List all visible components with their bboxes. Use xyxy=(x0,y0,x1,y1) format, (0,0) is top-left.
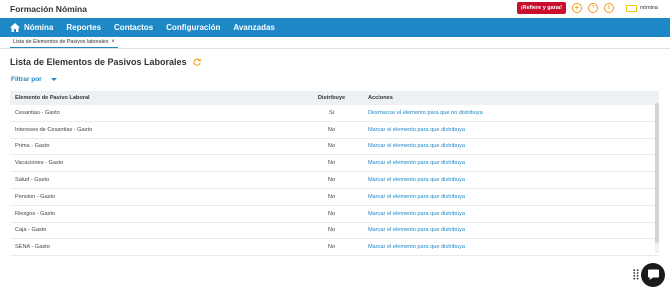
action-link[interactable]: Marcar el elemento para que distribuya xyxy=(363,127,659,133)
refresh-icon[interactable] xyxy=(193,58,201,66)
table-row: Prima - Gasto No Marcar el elemento para… xyxy=(10,139,659,156)
action-link[interactable]: Marcar el elemento para que distribuya xyxy=(363,244,659,250)
table-scrollbar[interactable] xyxy=(655,103,659,253)
action-link[interactable]: Marcar el elemento para que distribuya xyxy=(363,194,659,200)
scrollbar-thumb[interactable] xyxy=(655,103,659,243)
nav-item-reportes[interactable]: Reportes xyxy=(66,23,101,32)
page-header: Lista de Elementos de Pasivos Laborales xyxy=(0,56,670,68)
user-name: nómina xyxy=(639,5,658,11)
caret-down-icon xyxy=(50,77,57,81)
table-row: SENA - Gasto No Marcar el elemento para … xyxy=(10,239,659,257)
home-icon xyxy=(10,23,20,32)
tab-pasivos-laborales[interactable]: Lista de Elementos de Pasivos laborales … xyxy=(10,38,118,48)
cell-distribuye: No xyxy=(327,160,336,167)
cell-distribuye: No xyxy=(327,193,336,200)
header-acciones: Acciones xyxy=(368,95,393,101)
header-element: Elemento de Pasivo Laboral xyxy=(15,95,90,101)
cell-distribuye: Si xyxy=(329,109,334,116)
add-icon[interactable]: + xyxy=(571,3,582,13)
header-distribuye: Distribuye xyxy=(317,95,346,101)
app-title: Formación Nómina xyxy=(10,4,87,14)
table-row: Caja - Gasto No Marcar el elemento para … xyxy=(10,223,659,240)
chat-button[interactable] xyxy=(641,263,665,287)
action-link[interactable]: Marcar el elemento para que distribuya xyxy=(363,177,659,183)
nav-item-contactos[interactable]: Contactos xyxy=(114,23,153,32)
help-icon[interactable]: ? xyxy=(587,3,598,13)
action-link[interactable]: Marcar el elemento para que distribuya xyxy=(363,143,659,149)
nav-item-avanzadas[interactable]: Avanzadas xyxy=(233,23,275,32)
cell-element: Salud - Gasto xyxy=(15,177,50,184)
main-nav: Nómina Reportes Contactos Configuración … xyxy=(0,18,670,37)
action-link[interactable]: Marcar el elemento para que distribuya xyxy=(363,160,659,166)
cell-element: Pension - Gasto xyxy=(15,193,56,200)
cell-distribuye: No xyxy=(327,227,336,234)
cell-element: Cesantias - Gasto xyxy=(15,109,60,116)
tab-label: Lista de Elementos de Pasivos laborales xyxy=(13,39,109,45)
liabilities-table: Elemento de Pasivo Laboral Distribuye Ac… xyxy=(10,91,659,257)
table-row: Riesgos - Gasto No Marcar el elemento pa… xyxy=(10,206,659,223)
nav-label-nomina: Nómina xyxy=(24,23,54,32)
notifications-badge[interactable]: 6 xyxy=(603,3,614,13)
table-row: Intereses de Cesantias - Gasto No Marcar… xyxy=(10,122,659,139)
top-right-actions: ¡Refiere y gana! + ? 6 nómina xyxy=(516,2,658,14)
nav-item-nomina[interactable]: Nómina xyxy=(10,23,53,32)
cell-element: Prima - Gasto xyxy=(15,143,50,150)
cell-element: Intereses de Cesantias - Gasto xyxy=(15,126,93,133)
chat-icon xyxy=(647,269,659,280)
table-row: Pension - Gasto No Marcar el elemento pa… xyxy=(10,189,659,206)
filter-dropdown[interactable]: Filtrar por xyxy=(0,74,670,84)
close-icon[interactable]: × xyxy=(111,39,115,45)
user-menu[interactable]: nómina xyxy=(625,4,658,12)
cell-distribuye: No xyxy=(327,126,336,133)
table-row: Cesantias - Gasto Si Desmarcar el elemen… xyxy=(10,105,659,122)
action-link[interactable]: Desmarcar el elemento para que no distri… xyxy=(363,110,659,116)
cell-element: Riesgos - Gasto xyxy=(15,210,56,217)
cell-distribuye: No xyxy=(327,177,336,184)
table-row: Salud - Gasto No Marcar el elemento para… xyxy=(10,172,659,189)
cell-element: Vacaciones - Gasto xyxy=(15,160,64,167)
user-avatar-icon xyxy=(625,4,637,12)
tab-strip: Lista de Elementos de Pasivos laborales … xyxy=(0,37,670,49)
action-link[interactable]: Marcar el elemento para que distribuya xyxy=(363,227,659,233)
filter-label: Filtrar por xyxy=(11,75,42,83)
action-link[interactable]: Marcar el elemento para que distribuya xyxy=(363,211,659,217)
grid-dots-icon[interactable] xyxy=(633,269,639,280)
cell-element: Caja - Gasto xyxy=(15,227,47,234)
page-title: Lista de Elementos de Pasivos Laborales xyxy=(10,57,187,67)
cell-distribuye: No xyxy=(327,210,336,217)
top-bar: Formación Nómina ¡Refiere y gana! + ? 6 … xyxy=(0,0,670,18)
cell-element: SENA - Gasto xyxy=(15,244,50,251)
table-row: Vacaciones - Gasto No Marcar el elemento… xyxy=(10,155,659,173)
nav-item-configuracion[interactable]: Configuración xyxy=(166,23,220,32)
table-header: Elemento de Pasivo Laboral Distribuye Ac… xyxy=(10,91,659,105)
cell-distribuye: No xyxy=(327,244,336,251)
refer-button[interactable]: ¡Refiere y gana! xyxy=(516,2,566,14)
cell-distribuye: No xyxy=(327,143,336,150)
